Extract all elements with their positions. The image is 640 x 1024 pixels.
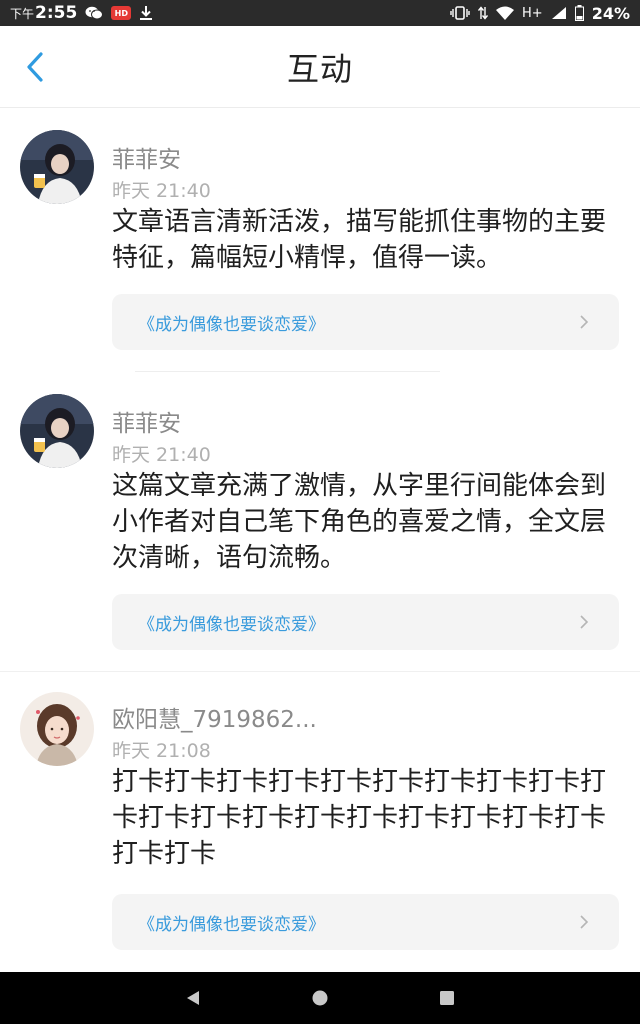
nav-back-button[interactable] bbox=[173, 978, 213, 1018]
commenter-name[interactable]: 菲菲安 bbox=[112, 404, 181, 438]
battery-icon bbox=[574, 5, 584, 21]
chevron-right-icon bbox=[579, 315, 593, 329]
comment-item[interactable]: 菲菲安 昨天 21:40 文章语言清新活泼，描写能抓住事物的主要特征，篇幅短小精… bbox=[0, 108, 640, 372]
system-nav-bar bbox=[0, 972, 640, 1024]
recents-square-icon bbox=[439, 991, 454, 1005]
back-triangle-icon bbox=[187, 991, 200, 1005]
comment-text: 这篇文章充满了激情，从字里行间能体会到小作者对自己笔下角色的喜爱之情，全文层次清… bbox=[112, 471, 607, 573]
battery-level: 24% bbox=[591, 3, 630, 23]
comment-text: 文章语言清新活泼，描写能抓住事物的主要特征，篇幅短小精悍，值得一读。 bbox=[112, 207, 607, 273]
nav-recents-button[interactable] bbox=[427, 978, 467, 1018]
header: 互动 bbox=[0, 26, 640, 108]
avatar[interactable] bbox=[20, 394, 94, 468]
article-title: 《成为偶像也要谈恋爱》 bbox=[138, 614, 325, 635]
status-bar: 下午 2:55 HD H+ 24% bbox=[0, 0, 640, 26]
chevron-right-icon bbox=[579, 615, 593, 629]
status-left: 下午 2:55 HD bbox=[10, 3, 153, 23]
commenter-name[interactable]: 欧阳慧_7919862... bbox=[112, 700, 317, 734]
data-arrows-icon bbox=[478, 6, 489, 20]
status-right: H+ 24% bbox=[450, 4, 630, 23]
nav-home-button[interactable] bbox=[300, 978, 340, 1018]
article-link[interactable]: 《成为偶像也要谈恋爱》 bbox=[112, 594, 619, 650]
hd-video-icon: HD bbox=[111, 6, 132, 20]
avatar[interactable] bbox=[20, 130, 94, 204]
comment-time: 昨天 21:40 bbox=[112, 444, 211, 466]
comment-time: 昨天 21:08 bbox=[112, 740, 211, 762]
article-title: 《成为偶像也要谈恋爱》 bbox=[138, 314, 325, 335]
article-title: 《成为偶像也要谈恋爱》 bbox=[138, 914, 325, 935]
comment-item[interactable]: 菲菲安 昨天 21:40 这篇文章充满了激情，从字里行间能体会到小作者对自己笔下… bbox=[0, 372, 640, 672]
signal-icon bbox=[551, 6, 567, 20]
vibrate-icon bbox=[450, 6, 470, 20]
article-link[interactable]: 《成为偶像也要谈恋爱》 bbox=[112, 294, 619, 350]
home-circle-icon bbox=[312, 990, 328, 1006]
wechat-icon bbox=[85, 6, 104, 20]
download-icon bbox=[139, 5, 153, 21]
comment-item[interactable]: 欧阳慧_7919862... 昨天 21:08 打卡打卡打卡打卡打卡打卡打卡打卡… bbox=[0, 672, 640, 972]
wifi-icon bbox=[496, 6, 515, 20]
status-time: 下午 2:55 bbox=[10, 3, 77, 23]
comment-text: 打卡打卡打卡打卡打卡打卡打卡打卡打卡打卡打卡打卡打卡打卡打卡打卡打卡打卡打卡打卡… bbox=[112, 767, 607, 869]
avatar[interactable] bbox=[20, 692, 94, 766]
back-button[interactable] bbox=[18, 50, 52, 84]
chevron-left-icon bbox=[27, 52, 43, 82]
comment-time: 昨天 21:40 bbox=[112, 180, 211, 202]
chevron-right-icon bbox=[579, 915, 593, 929]
article-link[interactable]: 《成为偶像也要谈恋爱》 bbox=[112, 894, 619, 950]
commenter-name[interactable]: 菲菲安 bbox=[112, 140, 181, 174]
clock: 2:55 bbox=[35, 3, 78, 23]
network-type: H+ bbox=[522, 5, 543, 21]
time-prefix: 下午 bbox=[10, 7, 35, 21]
comment-list[interactable]: 菲菲安 昨天 21:40 文章语言清新活泼，描写能抓住事物的主要特征，篇幅短小精… bbox=[0, 108, 640, 972]
page-title: 互动 bbox=[286, 49, 353, 88]
